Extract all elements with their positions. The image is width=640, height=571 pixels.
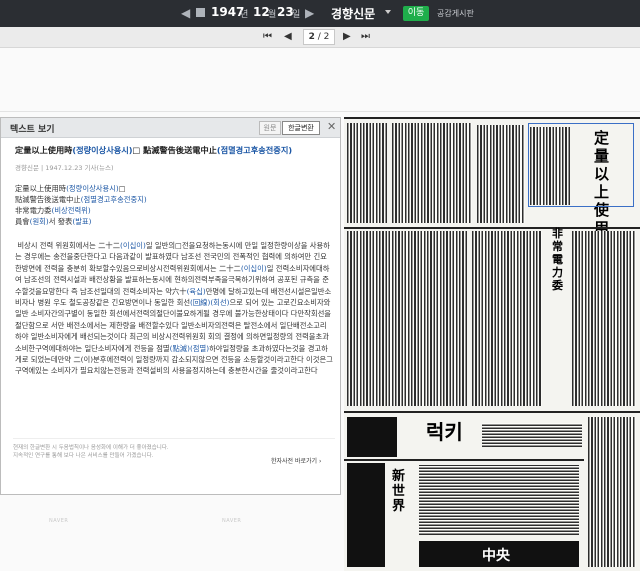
- advertisement: [419, 465, 579, 535]
- chevron-down-icon[interactable]: [385, 10, 391, 14]
- day-unit: 일: [292, 10, 301, 20]
- watermark: NAVER: [49, 518, 69, 524]
- page-indicator: 2 / 2: [303, 29, 335, 45]
- date-navigation-bar: ◀ 1947 년 12 월 23 일 ▶ 경향신문 이동 공감게시판: [0, 0, 640, 27]
- month-unit: 월: [268, 10, 277, 20]
- advertisement-text: 新世界: [392, 469, 406, 514]
- panel-header: 텍스트 보기 원문 한글변환 ✕: [1, 118, 340, 138]
- advertisement-text: 中央: [482, 548, 510, 564]
- panel-title: 텍스트 보기: [10, 125, 55, 135]
- text-column: [572, 231, 636, 406]
- advertisement: [347, 417, 397, 457]
- divider: [344, 459, 584, 461]
- calendar-icon[interactable]: [196, 8, 205, 17]
- current-page: 2: [308, 32, 315, 42]
- text-view-panel: 텍스트 보기 원문 한글변환 ✕ 定量以上使用時(정량이상사용시)□ 點滅警告後…: [0, 117, 341, 495]
- advertisement: [482, 423, 582, 447]
- hanja-dictionary-link[interactable]: 한자사전 바로가기 ›: [271, 456, 321, 465]
- divider: [0, 111, 640, 112]
- board-link[interactable]: 공감게시판: [437, 8, 474, 19]
- divider: [344, 411, 640, 413]
- text-column: [588, 417, 636, 567]
- panel-footer: 현재의 한글변환 시 두음법칙이나 음성화에 이해가 더 좋아졌습니다. 지속적…: [13, 438, 335, 465]
- tab-original[interactable]: 원문: [259, 121, 281, 135]
- year-unit: 년: [240, 10, 249, 20]
- article-text: 비상시 전력 위원회에서는 二十二(이십이)일 일반의□전을요청하는동시에 만일…: [15, 241, 333, 376]
- headline-text: 非常電力委: [552, 227, 563, 292]
- divider: [344, 117, 640, 119]
- article-meta: 경향신문 | 1947.12.23 기사(뉴스): [15, 164, 114, 172]
- go-button[interactable]: 이동: [403, 6, 429, 21]
- text-column: [347, 231, 467, 406]
- conversion-note: 현재의 한글변환 시 두음법칙이나 음성화에 이해가 더 좋아졌습니다.: [13, 445, 169, 451]
- next-page-icon[interactable]: ▶: [343, 31, 351, 43]
- article-body: 定量以上使用時(정량이상사용시)□ 點滅警告後送電中止(점멸경고후송전중지) 경…: [15, 145, 333, 377]
- text-column: [472, 231, 542, 406]
- selected-article-highlight[interactable]: [528, 123, 634, 207]
- text-column: [392, 123, 472, 223]
- text-column: [347, 123, 387, 223]
- text-column: [477, 125, 525, 223]
- divider: [344, 227, 640, 229]
- previous-page-icon[interactable]: ◀: [284, 31, 292, 43]
- next-date-icon[interactable]: ▶: [305, 6, 314, 20]
- page-navigation: ⏮ ◀ 2 / 2 ▶ ⏭: [0, 27, 640, 48]
- article-headline: 定量以上使用時(정량이상사용시)□ 點滅警告後送電中止(점멸경고후송전중지): [15, 145, 293, 155]
- divider: [13, 438, 335, 439]
- total-pages: 2: [323, 32, 330, 42]
- close-icon[interactable]: ✕: [327, 120, 336, 134]
- last-page-icon[interactable]: ⏭: [361, 31, 370, 43]
- previous-date-icon[interactable]: ◀: [181, 6, 190, 20]
- advertisement-text: 럭키: [426, 420, 463, 444]
- advertisement: [347, 463, 385, 567]
- newspaper-page-image[interactable]: 定量以上使用 非常電力委 럭키 新世界 中央: [344, 117, 640, 571]
- subheadings: 定量以上使用時(정량이상사용시)□ 點滅警告後送電中止(점멸경고후송전중지) 非…: [15, 184, 147, 226]
- first-page-icon[interactable]: ⏮: [263, 31, 272, 43]
- newspaper-select[interactable]: 경향신문: [331, 5, 375, 22]
- tab-hangul[interactable]: 한글변환: [282, 121, 320, 135]
- watermark: NAVER: [222, 518, 242, 524]
